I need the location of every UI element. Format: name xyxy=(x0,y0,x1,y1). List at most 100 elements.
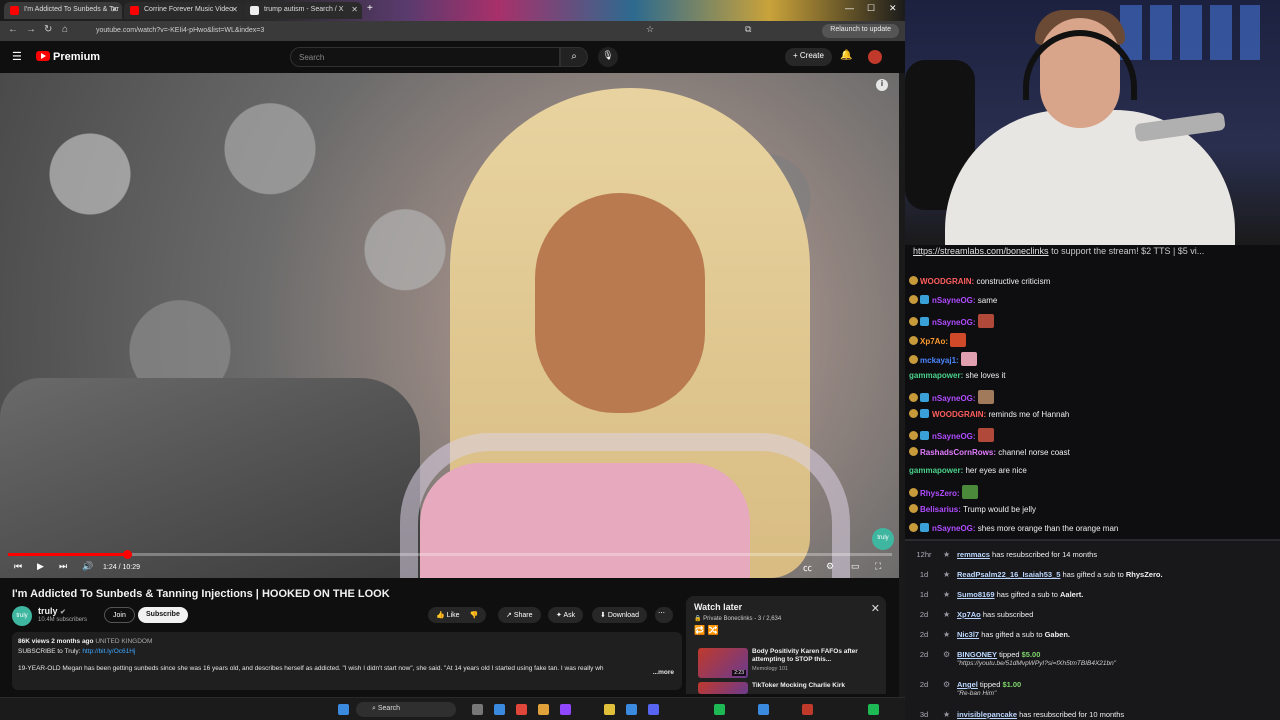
captions-icon[interactable]: ㏄ xyxy=(803,561,812,574)
youtube-premium-logo[interactable]: Premium xyxy=(36,51,100,63)
windows-start-icon[interactable] xyxy=(338,704,349,715)
fullscreen-icon[interactable]: ⛶ xyxy=(875,561,881,572)
play-icon[interactable]: ▶ xyxy=(37,561,44,572)
event-username[interactable]: Xp7Ao xyxy=(957,610,981,619)
relaunch-button[interactable]: Relaunch to update xyxy=(822,24,899,38)
more-actions-button[interactable]: ⋯ xyxy=(655,607,673,623)
channel-watermark[interactable]: truly xyxy=(872,528,894,550)
info-icon[interactable]: i xyxy=(876,79,888,91)
discord-icon[interactable] xyxy=(648,704,659,715)
next-icon[interactable]: ⏭ xyxy=(59,561,67,572)
video-progress-bar[interactable] xyxy=(8,550,892,559)
event-username[interactable]: Sumo8169 xyxy=(957,590,995,599)
event-username[interactable]: remmacs xyxy=(957,550,990,559)
close-icon[interactable]: ✕ xyxy=(871,602,880,615)
chat-username[interactable]: gammapower: xyxy=(909,371,963,380)
event-username[interactable]: BINGONEY xyxy=(957,650,997,659)
close-tab-icon[interactable]: ✕ xyxy=(351,5,358,14)
chat-username[interactable]: Xp7Ao: xyxy=(920,337,948,346)
event-username[interactable]: ReadPsalm22_16_Isaiah53_5 xyxy=(957,570,1060,579)
app-icon[interactable] xyxy=(802,704,813,715)
close-tab-icon[interactable]: ✕ xyxy=(111,5,118,14)
app-icon[interactable] xyxy=(868,704,879,715)
search-icon[interactable]: ⌕ xyxy=(560,47,588,67)
hamburger-menu-icon[interactable]: ☰ xyxy=(12,50,22,63)
folder-icon[interactable] xyxy=(604,704,615,715)
chat-username[interactable]: nSayneOG: xyxy=(932,432,976,441)
account-avatar[interactable] xyxy=(868,50,882,64)
chat-username[interactable]: gammapower: xyxy=(909,466,963,475)
new-tab-icon[interactable]: + xyxy=(367,3,373,14)
shuffle-icon[interactable]: 🔀 xyxy=(708,625,719,635)
chat-username[interactable]: nSayneOG: xyxy=(932,394,976,403)
taskbar-search[interactable]: ⌕ Search xyxy=(356,702,456,717)
url-field[interactable]: youtube.com/watch?v=-KEIi4-pHwo&list=WL&… xyxy=(84,25,624,38)
browser-tab[interactable]: Corrine Forever Music Video ✕ xyxy=(124,2,242,19)
playlist-title[interactable]: Watch later xyxy=(694,602,878,612)
channel-name[interactable]: truly ✔ xyxy=(38,606,66,616)
donation-link[interactable]: https://streamlabs.com/boneclinks xyxy=(913,246,1049,256)
like-button[interactable]: 👍 Like 👎 xyxy=(428,607,487,623)
video-description[interactable]: 86K views 2 months ago UNITED KINGDOM SU… xyxy=(12,632,682,690)
obs-icon[interactable] xyxy=(560,704,571,715)
chat-username[interactable]: WOODGRAIN: xyxy=(920,277,974,286)
task-view-icon[interactable] xyxy=(472,704,483,715)
gift-recipient[interactable]: Gaben. xyxy=(1045,630,1070,639)
create-button[interactable]: + Create xyxy=(785,48,832,66)
event-username[interactable]: invisiblepancake xyxy=(957,710,1017,719)
microphone-icon[interactable]: 🎙 xyxy=(598,47,618,67)
chat-username[interactable]: RhysZero: xyxy=(920,489,960,498)
event-username[interactable]: Nic3l7 xyxy=(957,630,979,639)
minimize-icon[interactable]: — xyxy=(845,3,854,13)
reload-icon[interactable]: ↻ xyxy=(44,24,52,35)
gift-recipient[interactable]: RhysZero. xyxy=(1126,570,1163,579)
close-window-icon[interactable]: ✕ xyxy=(889,3,897,14)
playlist-owner[interactable]: Boneclinks xyxy=(724,616,753,622)
channel-avatar[interactable]: truly xyxy=(12,606,32,626)
subscribe-link[interactable]: http://bit.ly/Oc61Hj xyxy=(82,648,135,655)
subscribe-button[interactable]: Subscribe xyxy=(138,607,188,623)
app-icon[interactable] xyxy=(626,704,637,715)
chat-username[interactable]: nSayneOG: xyxy=(932,296,976,305)
chat-username[interactable]: Belisarius: xyxy=(920,505,961,514)
home-icon[interactable]: ⌂ xyxy=(62,24,68,35)
settings-gear-icon[interactable]: ⚙ xyxy=(826,561,834,572)
loop-icon[interactable]: 🔁 xyxy=(694,625,705,635)
chat-username[interactable]: WOODGRAIN: xyxy=(932,410,986,419)
firefox-icon[interactable] xyxy=(538,704,549,715)
chat-username[interactable]: nSayneOG: xyxy=(932,524,976,533)
share-button[interactable]: ↗ Share xyxy=(498,607,541,623)
search-input[interactable]: Search xyxy=(290,47,560,67)
bookmark-star-icon[interactable]: ☆ xyxy=(646,24,654,35)
theater-mode-icon[interactable]: ▭ xyxy=(851,561,860,572)
gift-recipient[interactable]: Aalert. xyxy=(1060,590,1083,599)
app-icon[interactable] xyxy=(758,704,769,715)
browser-tab[interactable]: trump autism - Search / X ✕ xyxy=(244,2,362,19)
chat-username[interactable]: mckayaj1: xyxy=(920,356,959,365)
extensions-icon[interactable]: ⧉ xyxy=(745,24,751,35)
chat-text: her eyes are nice xyxy=(963,466,1027,475)
ask-button[interactable]: ✦ Ask xyxy=(548,607,584,623)
chrome-icon[interactable] xyxy=(516,704,527,715)
playlist-item[interactable]: 2:23 Body Positivity Karen FAFOs after a… xyxy=(696,648,876,682)
spotify-icon[interactable] xyxy=(714,704,725,715)
chat-username[interactable]: nSayneOG: xyxy=(932,318,976,327)
close-tab-icon[interactable]: ✕ xyxy=(231,5,238,14)
volume-icon[interactable]: 🔊 xyxy=(82,561,93,572)
download-button[interactable]: ⬇ Download xyxy=(592,607,647,623)
back-icon[interactable]: ← xyxy=(8,24,18,35)
join-button[interactable]: Join xyxy=(104,607,135,623)
user-badge-icon xyxy=(909,431,918,440)
thumbs-down-icon[interactable]: 👎 xyxy=(469,612,478,619)
chat-username[interactable]: RashadsCornRows: xyxy=(920,448,996,457)
notifications-bell-icon[interactable]: 🔔 xyxy=(840,50,852,61)
maximize-icon[interactable]: ☐ xyxy=(867,3,875,14)
video-player[interactable]: i truly ⏮ ▶ ⏭ 🔊 1:24 / 10:29 ㏄ ⚙ ▭ ⛶ xyxy=(0,73,900,578)
show-more-link[interactable]: ...more xyxy=(652,669,674,676)
browser-tab[interactable]: I'm Addicted To Sunbeds & Tar ✕ xyxy=(4,2,122,19)
chat-message: nSayneOG: xyxy=(909,314,994,328)
edge-icon[interactable] xyxy=(494,704,505,715)
event-username[interactable]: Angel xyxy=(957,680,978,689)
previous-icon[interactable]: ⏮ xyxy=(14,561,22,572)
forward-icon[interactable]: → xyxy=(26,24,36,35)
